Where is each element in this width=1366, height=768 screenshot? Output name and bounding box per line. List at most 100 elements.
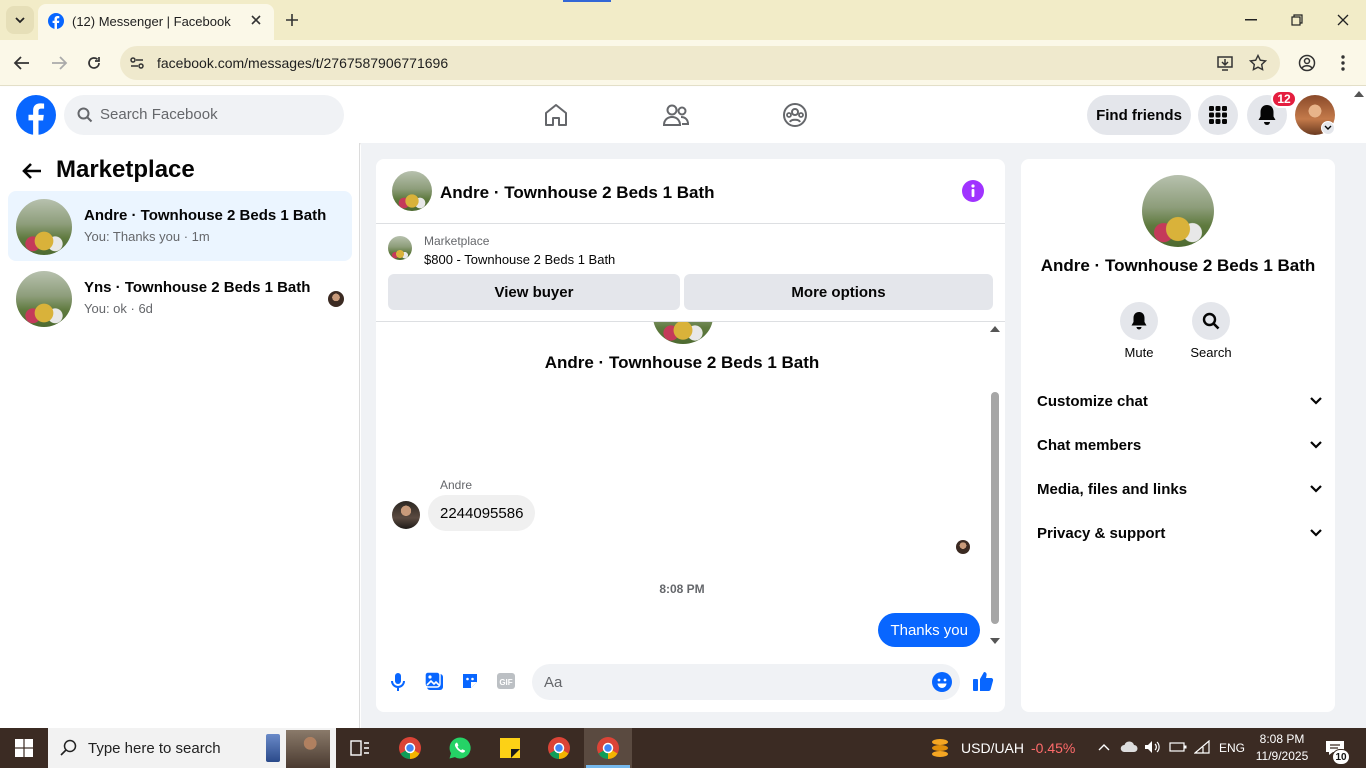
back-arrow-icon[interactable] [22,162,42,180]
chat-panel: Andre · Townhouse 2 Beds 1 Bath Marketpl… [376,159,1005,712]
search-placeholder: Search Facebook [100,106,218,123]
home-icon[interactable] [543,102,569,128]
chrome-profile-taskbar-app[interactable] [535,728,583,768]
groups-icon[interactable] [782,102,808,128]
clock[interactable]: 8:08 PM 11/9/2025 [1252,731,1312,765]
wifi-icon[interactable] [1194,740,1210,754]
profile-name[interactable]: Andre · Townhouse 2 Beds 1 Bath [1021,256,1335,276]
task-view-button[interactable] [336,728,384,768]
chat-title[interactable]: Andre · Townhouse 2 Beds 1 Bath [440,183,715,203]
chat-scrollbar-thumb[interactable] [991,392,999,624]
tab-search-button[interactable] [6,6,34,34]
back-icon[interactable] [13,55,31,71]
listing-title[interactable]: $800 - Townhouse 2 Beds 1 Bath [424,252,615,267]
chat-avatar[interactable] [392,171,432,211]
volume-icon[interactable] [1144,740,1160,754]
sender-avatar[interactable] [392,501,420,529]
notification-badge: 12 [1271,90,1297,108]
grid-menu-icon [1209,106,1227,124]
friends-icon[interactable] [662,102,690,128]
cloud-icon[interactable] [1120,741,1138,753]
taskbar-search-placeholder: Type here to search [88,740,221,757]
read-receipt-avatar [328,291,344,307]
conversation-avatar [16,199,72,255]
chrome-active-taskbar-app[interactable] [584,728,632,768]
search-icon [77,107,93,123]
message-timestamp: 8:08 PM [659,582,705,596]
scroll-up-icon[interactable] [1354,91,1364,97]
ticker-name[interactable]: USD/UAH [961,740,1024,756]
media-files-links-section[interactable]: Media, files and links [1037,467,1323,511]
close-tab-icon[interactable] [250,14,262,26]
stock-ticker-icon[interactable] [929,737,951,759]
start-button[interactable] [0,728,48,768]
whatsapp-icon [449,737,471,759]
restore-icon[interactable] [1291,14,1303,26]
address-bar[interactable]: facebook.com/messages/t/2767587906771696 [120,46,1280,80]
forward-icon[interactable] [50,55,68,71]
search-label: Search [1190,345,1232,360]
section-label: Chat members [1037,436,1142,454]
account-chevron[interactable] [1321,121,1335,135]
chevron-down-icon [1310,441,1322,449]
chrome-taskbar-app[interactable] [386,728,434,768]
incoming-message[interactable]: 2244095586 [428,495,536,531]
facebook-search-input[interactable]: Search Facebook [64,95,344,135]
conversation-item[interactable]: Andre · Townhouse 2 Beds 1 Bath You: Tha… [8,191,352,261]
profile-icon[interactable] [1298,54,1316,72]
mute-button[interactable] [1120,302,1158,340]
site-info-icon[interactable] [128,54,146,72]
new-tab-icon[interactable] [285,13,299,27]
divider [376,223,1005,224]
search-conversation-button[interactable] [1192,302,1230,340]
url-text[interactable]: facebook.com/messages/t/2767587906771696 [157,55,448,71]
gif-icon[interactable]: GIF [496,671,516,691]
browser-menu-icon[interactable] [1340,54,1346,72]
search-icon [1202,312,1220,330]
listing-source: Marketplace [424,234,490,248]
sticky-notes-taskbar-app[interactable] [486,728,534,768]
reload-icon[interactable] [86,55,102,71]
microphone-icon[interactable] [390,672,406,692]
like-icon[interactable] [972,670,994,692]
browser-tab[interactable]: (12) Messenger | Facebook [38,4,274,40]
menu-button[interactable] [1198,95,1238,135]
input-language[interactable]: ENG [1219,741,1245,755]
divider [376,321,1005,322]
ticker-change[interactable]: -0.45% [1031,740,1075,756]
conversation-item[interactable]: Yns · Townhouse 2 Beds 1 Bath You: ok · … [8,263,352,333]
sticky-notes-icon [500,738,520,758]
bookmark-star-icon[interactable] [1249,54,1267,72]
message-input[interactable]: Aa [532,664,960,700]
battery-icon[interactable] [1169,742,1187,752]
photo-icon[interactable] [424,671,444,691]
bell-icon [1258,105,1276,125]
outgoing-message[interactable]: Thanks you [878,613,980,647]
chevron-up-icon[interactable] [1098,743,1110,751]
customize-chat-section[interactable]: Customize chat [1037,379,1323,423]
view-buyer-button[interactable]: View buyer [388,274,680,310]
emoji-icon[interactable] [932,672,952,692]
facebook-favicon-icon [48,13,64,29]
info-icon[interactable] [962,180,984,202]
pane-title: Marketplace [56,156,195,183]
find-friends-button[interactable]: Find friends [1087,95,1191,135]
whatsapp-taskbar-app[interactable] [436,728,484,768]
facebook-logo-icon[interactable] [16,95,56,135]
chrome-icon [399,737,421,759]
profile-avatar[interactable] [1142,175,1214,247]
minimize-icon[interactable] [1245,19,1257,21]
close-window-icon[interactable] [1337,14,1349,26]
clock-time: 8:08 PM [1259,732,1305,746]
chat-members-section[interactable]: Chat members [1037,423,1323,467]
chevron-down-icon [1324,125,1332,130]
more-options-button[interactable]: More options [684,274,993,310]
chat-scroll-up-icon[interactable] [990,326,1000,332]
taskbar-search-box[interactable]: Type here to search [48,728,336,768]
privacy-support-section[interactable]: Privacy & support [1037,511,1323,555]
sticker-icon[interactable] [460,671,480,691]
install-app-icon[interactable] [1216,54,1234,72]
bell-icon [1131,312,1147,330]
sender-name: Andre [440,478,473,492]
chat-scroll-down-icon[interactable] [990,638,1000,644]
